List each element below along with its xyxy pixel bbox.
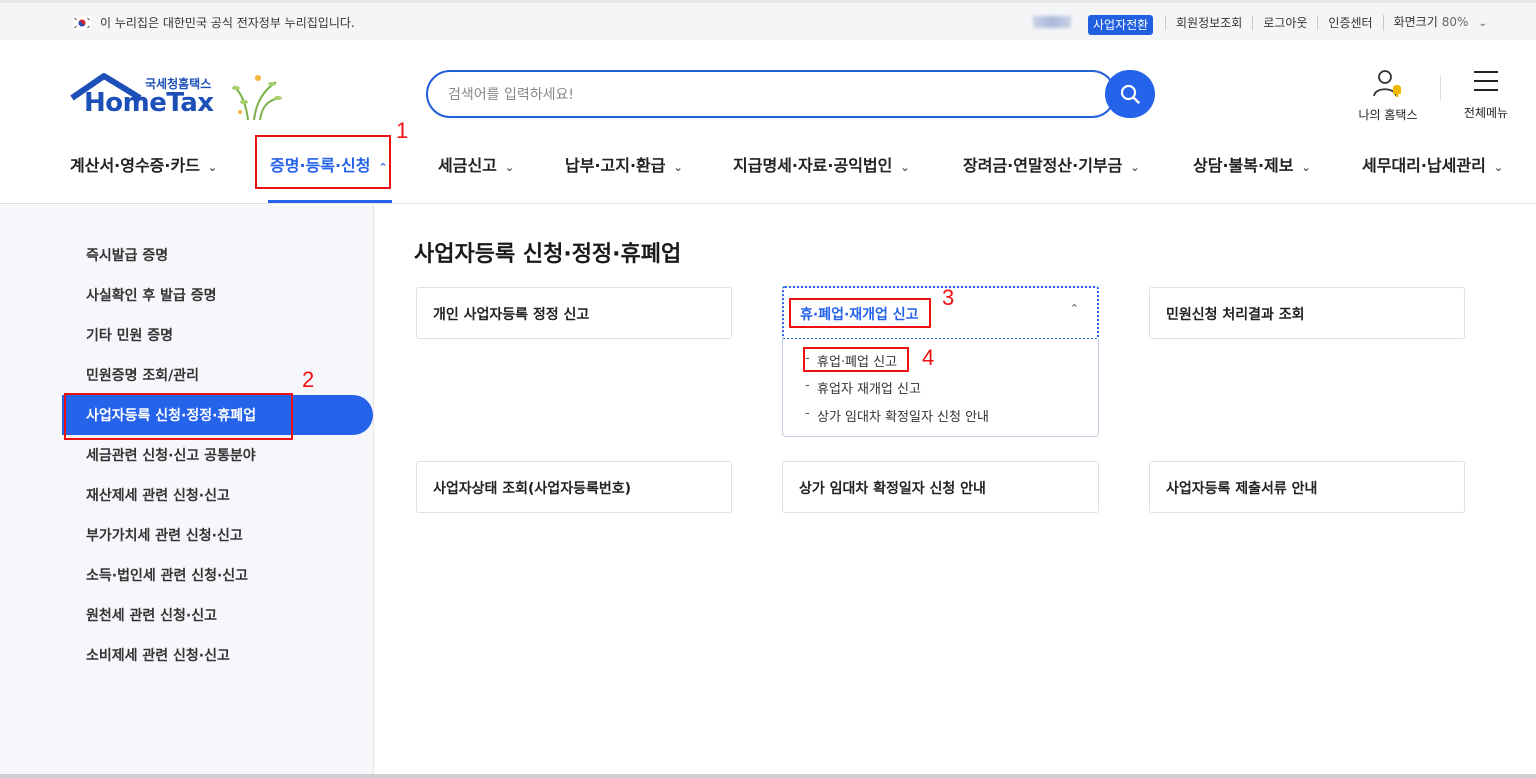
page-title: 사업자등록 신청·정정·휴폐업 (414, 242, 682, 267)
gnb-item-consulting[interactable]: 상담·불복·제보 ⌄ (1193, 152, 1311, 176)
chevron-down-icon: ⌄ (207, 161, 218, 174)
gnb-label: 계산서·영수증·카드 (70, 156, 200, 175)
card-label: 민원신청 처리결과 조회 (1166, 307, 1305, 323)
logo-english-text: HomeTax (84, 88, 214, 118)
all-menu-button[interactable]: 전체메뉴 (1458, 68, 1514, 121)
sidebar-item-withholding-tax[interactable]: 원천세 관련 신청·신고 (86, 605, 217, 625)
submenu-label: 상가 임대차 확정일자 신청 안내 (817, 410, 990, 425)
gnb-label: 장려금·연말정산·기부금 (963, 156, 1123, 175)
gnb-label: 세금신고 (438, 156, 497, 175)
search-icon (1120, 84, 1140, 104)
all-menu-label: 전체메뉴 (1463, 106, 1509, 120)
card-label: 상가 임대차 확정일자 신청 안내 (799, 481, 986, 497)
sidebar-item-instant-cert[interactable]: 즉시발급 증명 (86, 245, 168, 265)
annotation-number-1: 1 (396, 118, 409, 143)
zoom-label: 화면크기 (1393, 15, 1438, 29)
cert-center-link[interactable]: 인증센터 (1317, 16, 1382, 30)
sidebar-item-common-tax[interactable]: 세금관련 신청·신고 공통분야 (86, 445, 256, 465)
hamburger-menu-icon (1474, 71, 1498, 91)
submenu-item-reopen-report[interactable]: - 휴업자 재개업 신고 (805, 378, 921, 397)
search-button[interactable] (1105, 70, 1155, 118)
card-complaint-result[interactable]: 민원신청 처리결과 조회 (1149, 287, 1465, 339)
card-business-status[interactable]: 사업자상태 조회(사업자등록번호) (416, 461, 732, 513)
gnb-item-tax-filing[interactable]: 세금신고 ⌄ (438, 152, 514, 176)
card-label: 사업자등록 제출서류 안내 (1166, 481, 1318, 497)
gnb-label: 세무대리·납세관리 (1362, 156, 1486, 175)
submenu-label: 휴업자 재개업 신고 (817, 382, 921, 397)
chevron-down-icon: ⌄ (504, 161, 515, 174)
sidebar-item-cert-manage[interactable]: 민원증명 조회/관리 (86, 365, 199, 385)
search-input[interactable] (448, 84, 1048, 106)
chevron-down-icon: ⌄ (673, 161, 683, 174)
gnb-item-incentives[interactable]: 장려금·연말정산·기부금 ⌄ (963, 152, 1140, 176)
sidebar-item-property-tax[interactable]: 재산제세 관련 신청·신고 (86, 485, 230, 505)
zoom-control[interactable]: 화면크기 80% ⌄ (1382, 15, 1497, 31)
annotation-box-4 (803, 347, 909, 372)
korea-flag-icon (73, 16, 91, 30)
gnb-item-statements[interactable]: 지급명세·자료·공익법인 ⌄ (733, 152, 910, 176)
dash-icon: - (805, 378, 810, 393)
logout-link[interactable]: 로그아웃 (1252, 16, 1317, 30)
dash-icon: - (805, 406, 810, 421)
gov-notice-bar: 이 누리집은 대한민국 공식 전자정부 누리집입니다. 사업자전환 회원정보조회… (0, 0, 1536, 40)
gnb-item-payment[interactable]: 납부·고지·환급 ⌄ (565, 152, 683, 176)
search-bar (426, 70, 1116, 118)
sidebar-item-other-cert[interactable]: 기타 민원 증명 (86, 325, 173, 345)
card-label: 개인 사업자등록 정정 신고 (433, 307, 590, 323)
chevron-up-icon: ⌃ (1069, 302, 1079, 315)
chevron-down-icon: ⌄ (1478, 18, 1487, 29)
card-label: 사업자상태 조회(사업자등록번호) (433, 481, 631, 497)
gnb-label: 지급명세·자료·공익법인 (733, 156, 893, 175)
utility-links: 회원정보조회 로그아웃 인증센터 화면크기 80% ⌄ (1165, 15, 1497, 31)
business-switch-button[interactable]: 사업자전환 (1088, 15, 1154, 35)
global-nav: 계산서·영수증·카드 ⌄ 증명·등록·신청 ⌃ 세금신고 ⌄ 납부·고지·환급 ⌄ 지급… (0, 140, 1536, 204)
card-required-docs[interactable]: 사업자등록 제출서류 안내 (1149, 461, 1465, 513)
chevron-down-icon: ⌄ (1301, 161, 1311, 174)
hometax-logo[interactable]: 국세청홈택스 HomeTax (70, 72, 290, 122)
annotation-box-3 (789, 298, 931, 328)
card-personal-registration-correction[interactable]: 개인 사업자등록 정정 신고 (416, 287, 732, 339)
annotation-box-1 (255, 135, 391, 189)
chevron-down-icon: ⌄ (900, 161, 910, 174)
sidebar-item-consumption-tax[interactable]: 소비제세 관련 신청·신고 (86, 645, 230, 665)
gnb-item-tax-agent[interactable]: 세무대리·납세관리 ⌄ (1362, 152, 1503, 176)
gnb-item-invoice[interactable]: 계산서·영수증·카드 ⌄ (70, 152, 217, 176)
sidebar-item-income-corp-tax[interactable]: 소득·법인세 관련 신청·신고 (86, 565, 248, 585)
annotation-box-2 (64, 393, 293, 440)
user-name-blurred (1033, 16, 1071, 28)
sidebar-item-vat[interactable]: 부가가치세 관련 신청·신고 (86, 525, 243, 545)
my-hometax-button[interactable]: 나의 홈택스 (1350, 68, 1426, 123)
plant-decoration-icon (232, 75, 282, 121)
member-info-link[interactable]: 회원정보조회 (1165, 16, 1252, 30)
gnb-active-underline (268, 200, 392, 203)
bottom-border (0, 774, 1536, 778)
zoom-value: 80% (1441, 15, 1469, 29)
sidebar-item-fact-check-cert[interactable]: 사실확인 후 발급 증명 (86, 285, 217, 305)
annotation-number-2: 2 (302, 367, 315, 392)
card-lease-date[interactable]: 상가 임대차 확정일자 신청 안내 (782, 461, 1099, 513)
header-divider (1440, 75, 1441, 101)
gov-notice-text: 이 누리집은 대한민국 공식 전자정부 누리집입니다. (100, 16, 355, 30)
my-hometax-label: 나의 홈택스 (1358, 108, 1418, 122)
submenu-item-lease-date-guide[interactable]: - 상가 임대차 확정일자 신청 안내 (805, 406, 990, 425)
annotation-number-4: 4 (922, 345, 935, 370)
user-bell-icon (1373, 70, 1401, 97)
annotation-number-3: 3 (942, 285, 955, 310)
chevron-down-icon: ⌄ (1130, 161, 1140, 174)
gnb-label: 상담·불복·제보 (1193, 156, 1294, 175)
sidebar: 즉시발급 증명 사실확인 후 발급 증명 기타 민원 증명 민원증명 조회/관리… (0, 205, 374, 778)
gnb-label: 납부·고지·환급 (565, 156, 666, 175)
chevron-down-icon: ⌄ (1493, 161, 1504, 174)
